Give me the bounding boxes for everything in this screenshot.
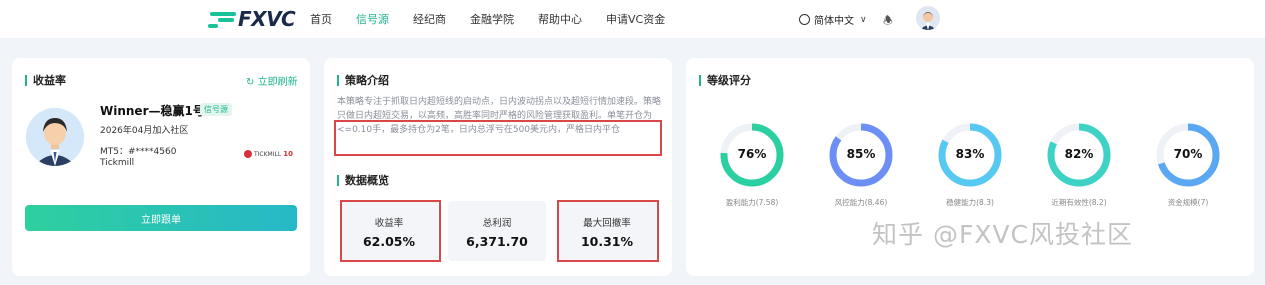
broker-name: Tickmill [100,158,135,168]
follow-trade-button[interactable]: 立即跟单 [25,205,297,231]
gauge-value: 70% [1173,147,1203,161]
refresh-icon: ↻ [246,77,255,88]
nav-item-apply-funding[interactable]: 申请VC资金 [606,11,665,27]
gauge-capital-scale: 70% [1155,122,1221,188]
trader-name: Winner—稳赢1号 [100,104,205,118]
join-date: 2026年04月加入社区 [100,126,189,136]
broker-logo: TICKMILL 10 [244,150,293,158]
gauge-value: 85% [846,147,876,161]
logo-mark-icon [208,9,238,29]
globe-icon [799,14,810,25]
nav-item-home[interactable]: 首页 [310,11,332,27]
language-selector[interactable]: 简体中文 ∨ [799,12,867,27]
gauge-value: 76% [737,147,767,161]
nav-item-academy[interactable]: 金融学院 [470,11,514,27]
gauge-label: 风控能力(8.46) [834,198,888,207]
overview-title: 数据概览 [337,175,389,186]
nav-item-help[interactable]: 帮助中心 [538,11,582,27]
rating-title: 等级评分 [699,75,751,86]
refresh-button[interactable]: ↻ 立即刷新 [246,73,298,88]
bell-icon[interactable]: 🕭 [883,12,893,31]
gauge-label: 盈利能力(7.58) [725,198,779,207]
strategy-card: 策略介绍 本策略专注于抓取日内超短线的启动点，日内波动拐点以及超短行情加速段。策… [324,58,672,276]
main-nav: 首页 信号源 经纪商 金融学院 帮助中心 申请VC资金 [310,0,689,38]
stat-label: 总利润 [482,218,512,229]
refresh-label: 立即刷新 [257,77,298,88]
tickmill-logo-icon [244,150,252,158]
profit-card: 收益率 ↻ 立即刷新 Winner—稳赢1号 信号源 2026年04月加入社区 … [12,58,310,276]
profit-card-title: 收益率 [25,75,66,86]
stat-total-profit: 总利润 6,371.70 [448,201,546,261]
gauge-label: 稳健能力(8.3) [946,198,994,207]
broker-logo-suffix: 10 [283,150,293,158]
nav-item-signals[interactable]: 信号源 [356,11,389,27]
top-navbar: FXVC 首页 信号源 经纪商 金融学院 帮助中心 申请VC资金 简体中文 ∨ … [0,0,1265,38]
mt5-account: MT5：#****4560 [100,147,177,157]
signal-source-badge: 信号源 [200,103,232,116]
language-label: 简体中文 [814,16,854,27]
logo-text: FXVC [238,7,296,31]
strategy-title: 策略介绍 [337,75,389,86]
gauge-stability: 83% [937,122,1003,188]
chevron-down-icon: ∨ [860,14,867,25]
gauge-risk-control: 85% [828,122,894,188]
highlight-box [334,120,662,156]
gauge-recent-validity: 82% [1046,122,1112,188]
fxvc-logo[interactable]: FXVC [208,7,296,31]
highlight-box [557,200,659,262]
gauge-profitability: 76% [719,122,785,188]
highlight-box [340,200,441,262]
user-avatar[interactable] [916,6,940,30]
trader-avatar [26,108,84,166]
gauge-value: 82% [1064,147,1094,161]
gauge-value: 83% [955,147,985,161]
watermark: 知乎 @FXVC风投社区 [872,220,1134,249]
nav-item-brokers[interactable]: 经纪商 [413,11,446,27]
stat-value: 6,371.70 [466,234,528,249]
gauge-label: 近期有效性(8.2) [1051,198,1107,207]
gauge-label: 资金规模(7) [1167,198,1209,207]
broker-logo-text: TICKMILL [254,150,282,158]
